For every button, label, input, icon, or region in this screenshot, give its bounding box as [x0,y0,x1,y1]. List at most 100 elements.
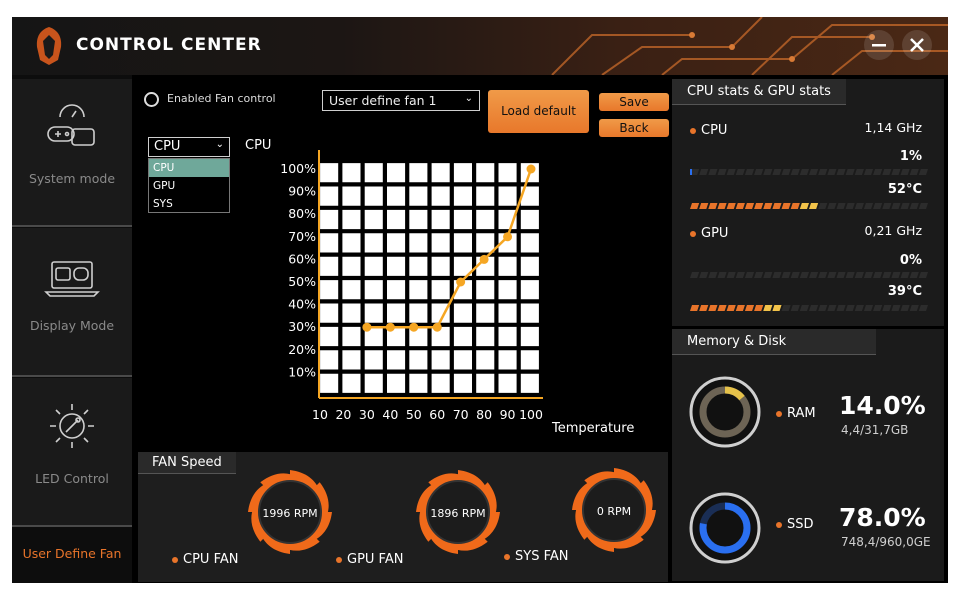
bar-segment [772,305,782,311]
bar-segment [690,305,700,311]
bar-segment [891,272,901,278]
bar-segment [790,203,800,209]
bar-segment [790,305,800,311]
chart-y-tick-label: 30% [288,319,316,334]
minimize-button[interactable] [864,30,894,60]
app-title: CONTROL CENTER [76,35,262,55]
sidebar-item-led-control[interactable]: LED Control [12,378,132,526]
close-button[interactable] [902,30,932,60]
bar-segment [717,203,727,209]
fan-curve-point[interactable] [479,254,489,264]
bar-segment [809,169,819,175]
bar-segment [763,305,773,311]
bar-segment [699,203,709,209]
fan-speed-title: FAN Speed [138,452,236,474]
bar-segment [708,305,718,311]
bar-segment [900,272,910,278]
sidebar-item-label: User Define Fan [22,546,122,561]
cpu-label-text: CPU [701,123,728,138]
bar-segment [827,203,837,209]
bar-segment [735,305,745,311]
bar-segment [772,203,782,209]
sys-fan-label: SYS FAN [504,549,568,564]
ssd-label: SSD [776,517,814,532]
bullet-icon [776,521,782,528]
gpu-usage-bar [690,272,928,278]
bar-segment [818,169,828,175]
bar-segment [790,169,800,175]
bar-segment [854,203,864,209]
bar-segment [690,169,692,175]
bar-segment [781,169,791,175]
chart-y-tick-label: 80% [288,206,316,221]
chart-x-tick-label: 60 [429,407,445,422]
ram-detail: 4,4/31,7GB [841,423,909,437]
cpu-frequency: 1,14 GHz [864,120,922,135]
bar-segment [863,169,874,175]
gpu-stat-label: GPU [690,226,728,241]
chart-y-tick-label: 60% [288,251,316,266]
bar-segment [763,203,773,209]
bar-segment [882,169,892,175]
sys-fan-label-text: SYS FAN [515,549,569,564]
bar-segment [699,169,709,175]
bar-segment [863,203,874,209]
fan-curve-point[interactable] [362,322,372,332]
fan-curve-point[interactable] [409,322,419,332]
sidebar-item-label: LED Control [35,471,109,486]
bar-segment [909,169,919,175]
sidebar-item-user-define-fan[interactable]: User Define Fan [12,528,132,583]
sidebar-item-system-mode[interactable]: System mode [12,79,132,227]
bar-segment [708,203,718,209]
bar-segment [799,305,809,311]
fan-curve-point[interactable] [432,322,442,332]
bar-segment [809,203,819,209]
sys-fan-rpm: 0 RPM [596,505,632,518]
bar-segment [882,305,892,311]
bar-segment [744,203,755,209]
bullet-icon [690,127,696,134]
ram-percent: 14.0% [839,391,926,420]
sidebar-item-label: System mode [28,171,116,186]
fan-curve-point[interactable] [385,322,395,332]
gpu-label-text: GPU [701,226,729,241]
bar-segment [735,272,745,278]
bar-segment [781,203,791,209]
chart-x-tick-label: 40 [382,407,398,422]
bar-segment [790,272,800,278]
bar-segment [845,305,855,311]
chart-x-tick-label: 50 [406,407,422,422]
close-icon [910,38,924,52]
bar-segment [799,272,809,278]
fan-curve-point[interactable] [503,232,513,242]
bar-segment [799,169,809,175]
fan-curve-point[interactable] [456,277,466,287]
fan-curve-point[interactable] [526,164,536,174]
cpu-temp-bar [690,203,928,209]
bar-segment [900,169,910,175]
chart-x-tick-label: 90 [500,407,516,422]
bar-segment [836,203,846,209]
bullet-icon [336,556,342,563]
minus-icon [872,44,886,47]
fan-curve-chart[interactable]: 100% 90% 80% 70% 60% 50% 40% 30% 20% 10% 10 20 30 40 5… [136,75,668,445]
bar-segment [690,203,700,209]
ssd-percent: 78.0% [839,503,926,532]
ssd-detail: 748,4/960,0GE [841,535,931,549]
sidebar-divider [12,375,132,377]
bullet-icon [690,230,696,237]
bar-segment [836,272,846,278]
bar-segment [918,272,928,278]
bar-segment [754,272,764,278]
bar-segment [827,305,837,311]
chart-x-tick-label: 80 [476,407,492,422]
cpu-gpu-stats-box: CPU stats & GPU stats CPU 1,14 GHz 1% 52… [672,79,944,326]
chart-x-tick-label: 70 [453,407,469,422]
sidebar-item-display-mode[interactable]: Display Mode [12,228,132,376]
ram-label-text: RAM [787,406,816,421]
cpu-fan-label-text: CPU FAN [183,552,239,567]
cpu-fan-label: CPU FAN [172,552,238,567]
fan-speed-panel: FAN Speed 1996 RPM CPU FAN 1896 RPM GPU … [138,452,668,582]
bar-segment [909,203,919,209]
chart-y-tick-label: 100% [280,161,316,176]
